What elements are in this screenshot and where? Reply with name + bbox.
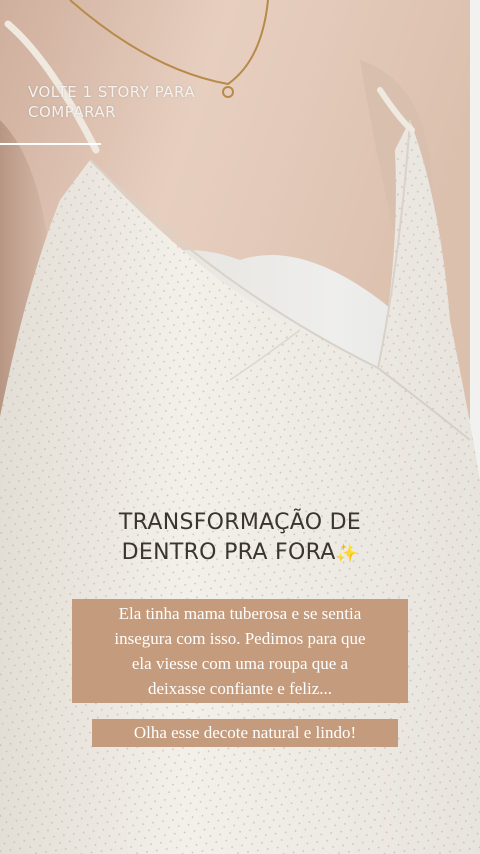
story-text-line-1: Ela tinha mama tuberosa e se sentia [118,604,362,623]
highlight-caption: Olha esse decote natural e lindo! [92,719,398,747]
headline-line-1: TRANSFORMAÇÃO DE [118,510,362,535]
story-text-line-3: ela viesse com uma roupa que a [131,654,349,673]
headline: TRANSFORMAÇÃO DE DENTRO PRA FORA✨ [0,508,480,569]
caption-divider [0,143,101,145]
sparkles-icon: ✨ [335,543,359,564]
compare-hint-line-1: VOLTE 1 STORY PARA [28,83,196,101]
story-text-line-2: insegura com isso. Pedimos para que [114,629,366,648]
story-text-line-4: deixasse confiante e feliz... [147,679,333,698]
compare-hint-line-2: COMPARAR [28,103,117,121]
compare-hint-caption: VOLTE 1 STORY PARA COMPARAR [28,82,248,122]
story-text-box: Ela tinha mama tuberosa e se sentia inse… [72,599,408,703]
headline-line-2: DENTRO PRA FORA [121,540,336,565]
